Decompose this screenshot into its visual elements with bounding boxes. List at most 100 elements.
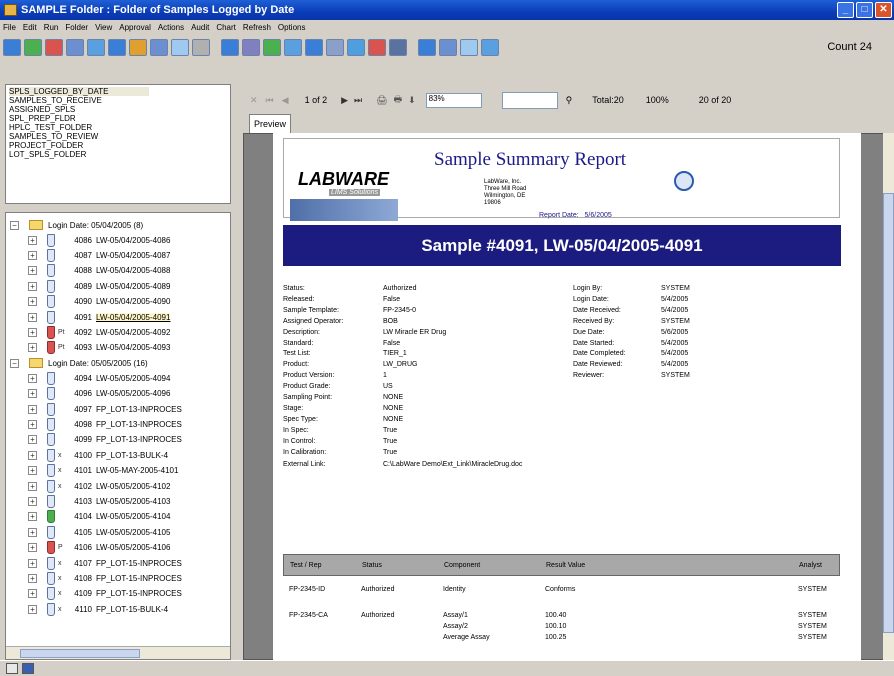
tree-item-4102[interactable]: + x 4102 LW-05/05/2005-4102 [28, 479, 170, 493]
menu-item[interactable]: Folder [65, 23, 88, 32]
next-page-icon[interactable]: ▶ [341, 95, 348, 106]
expand-icon[interactable]: + [28, 558, 37, 568]
tab-preview[interactable]: Preview [249, 114, 291, 134]
expand-icon[interactable]: + [28, 481, 37, 491]
tree-horizontal-scrollbar[interactable] [6, 646, 230, 659]
folder-view-item[interactable]: SPLS_LOGGED_BY_DATE [9, 87, 149, 96]
folder-view-item[interactable]: HPLC_TEST_FOLDER [9, 123, 227, 132]
toolbar-button-icon[interactable] [150, 39, 168, 56]
tree-item-4107[interactable]: + x 4107 FP_LOT-15-INPROCES [28, 556, 182, 570]
tree-item-4094[interactable]: +4094 LW-05/05/2005-4094 [28, 371, 170, 385]
folder-view-item[interactable]: SPL_PREP_FLDR [9, 114, 227, 123]
toolbar-button-icon[interactable] [66, 39, 84, 56]
find-input[interactable] [501, 91, 558, 109]
tree-item-4099[interactable]: +4099 FP_LOT-13-INPROCES [28, 433, 182, 447]
tree-item-4101[interactable]: + x 4101 LW-05-MAY-2005-4101 [28, 464, 178, 478]
tree-item-4105[interactable]: +4105 LW-05/05/2005-4105 [28, 525, 170, 539]
expand-icon[interactable]: + [28, 419, 37, 429]
tree-item-4088[interactable]: +4088 LW-05/04/2005-4088 [28, 264, 170, 278]
print-icon[interactable]: 🖨 [376, 95, 387, 106]
folder-view-item[interactable]: SAMPLES_TO_RECEIVE [9, 96, 227, 105]
report-vertical-scrollbar[interactable] [883, 133, 894, 660]
menu-item[interactable]: Options [278, 23, 306, 32]
zoom-select[interactable]: 83% [425, 92, 482, 108]
expand-icon[interactable]: + [28, 404, 37, 414]
export-icon[interactable]: ⬇ [408, 95, 416, 106]
expand-icon[interactable]: + [28, 543, 37, 553]
toolbar-button-icon[interactable] [221, 39, 239, 56]
menu-item[interactable]: Actions [158, 23, 184, 32]
last-page-icon[interactable]: ⏭ [354, 95, 362, 106]
scroll-thumb[interactable] [20, 649, 140, 658]
toolbar-button-icon[interactable] [305, 39, 323, 56]
tree-item-4097[interactable]: +4097 FP_LOT-13-INPROCES [28, 402, 182, 416]
tree-item-4103[interactable]: +4103 LW-05/05/2005-4103 [28, 494, 170, 508]
toolbar-button-icon[interactable] [418, 39, 436, 56]
menu-item[interactable]: View [95, 23, 112, 32]
toolbar-button-icon[interactable] [263, 39, 281, 56]
folder-view-item[interactable]: SAMPLES_TO_REVIEW [9, 132, 227, 141]
expand-icon[interactable]: + [28, 266, 37, 276]
menu-item[interactable]: Run [44, 23, 59, 32]
close-report-icon[interactable]: ✕ [250, 95, 258, 106]
expand-icon[interactable]: + [28, 297, 37, 307]
prev-page-icon[interactable]: ◀ [282, 95, 289, 106]
toolbar-button-icon[interactable] [368, 39, 386, 56]
expand-icon[interactable]: + [28, 466, 37, 476]
minimize-button[interactable]: _ [837, 2, 854, 18]
expand-icon[interactable]: + [28, 604, 37, 614]
tree-group[interactable]: − Login Date: 05/04/2005 (8) [10, 218, 143, 232]
toolbar-button-icon[interactable] [87, 39, 105, 56]
tree-item-4104[interactable]: +4104 LW-05/05/2005-4104 [28, 510, 170, 524]
toolbar-button-icon[interactable] [129, 39, 147, 56]
expand-icon[interactable]: + [28, 435, 37, 445]
tree-item-4110[interactable]: + x 4110 FP_LOT-15-BULK-4 [28, 602, 168, 616]
menu-item[interactable]: Refresh [243, 23, 271, 32]
tree-item-4087[interactable]: +4087 LW-05/04/2005-4087 [28, 248, 170, 262]
edit-status-icon[interactable] [6, 663, 18, 674]
tree-item-4092[interactable]: + Pt 4092 LW-05/04/2005-4092 [28, 325, 170, 339]
toolbar-button-icon[interactable] [171, 39, 189, 56]
toolbar-button-icon[interactable] [108, 39, 126, 56]
expand-icon[interactable]: + [28, 389, 37, 399]
expand-icon[interactable]: + [28, 327, 37, 337]
tree-item-4089[interactable]: +4089 LW-05/04/2005-4089 [28, 279, 170, 293]
tree-item-4108[interactable]: + x 4108 FP_LOT-15-INPROCES [28, 571, 182, 585]
binoculars-icon[interactable]: ⚲ [566, 95, 573, 106]
expand-icon[interactable]: + [28, 373, 37, 383]
toolbar-button-icon[interactable] [45, 39, 63, 56]
tree-item-4098[interactable]: +4098 FP_LOT-13-INPROCES [28, 417, 182, 431]
tree-item-4091[interactable]: +4091 LW-05/04/2005-4091 [28, 310, 171, 324]
toolbar-button-icon[interactable] [3, 39, 21, 56]
expand-icon[interactable]: + [28, 281, 37, 291]
toolbar-button-icon[interactable] [284, 39, 302, 56]
expand-icon[interactable]: + [28, 343, 37, 353]
toolbar-button-icon[interactable] [481, 39, 499, 56]
expand-icon[interactable]: + [28, 573, 37, 583]
folder-view-item[interactable]: PROJECT_FOLDER [9, 141, 227, 150]
toolbar-button-icon[interactable] [242, 39, 260, 56]
menu-item[interactable]: Audit [191, 23, 209, 32]
collapse-icon[interactable]: − [10, 358, 19, 368]
tree-group[interactable]: − Login Date: 05/05/2005 (16) [10, 356, 148, 370]
expand-icon[interactable]: + [28, 496, 37, 506]
menu-item[interactable]: File [3, 23, 16, 32]
toolbar-button-icon[interactable] [389, 39, 407, 56]
first-page-icon[interactable]: ⏮ [266, 95, 274, 106]
toolbar-button-icon[interactable] [460, 39, 478, 56]
toolbar-button-icon[interactable] [326, 39, 344, 56]
expand-icon[interactable]: + [28, 312, 37, 322]
expand-icon[interactable]: + [28, 527, 37, 537]
expand-icon[interactable]: + [28, 589, 37, 599]
expand-icon[interactable]: + [28, 450, 37, 460]
tree-item-4100[interactable]: + x 4100 FP_LOT-13-BULK-4 [28, 448, 168, 462]
folder-view-item[interactable]: LOT_SPLS_FOLDER [9, 150, 227, 159]
tree-item-4109[interactable]: + x 4109 FP_LOT-15-INPROCES [28, 587, 182, 601]
print-setup-icon[interactable]: 🖶 [394, 92, 403, 108]
tree-item-4093[interactable]: + Pt 4093 LW-05/04/2005-4093 [28, 341, 170, 355]
tree-item-4086[interactable]: +4086 LW-05/04/2005-4086 [28, 233, 170, 247]
expand-icon[interactable]: + [28, 235, 37, 245]
toolbar-button-icon[interactable] [192, 39, 210, 56]
expand-icon[interactable]: + [28, 250, 37, 260]
menu-item[interactable]: Chart [216, 23, 236, 32]
